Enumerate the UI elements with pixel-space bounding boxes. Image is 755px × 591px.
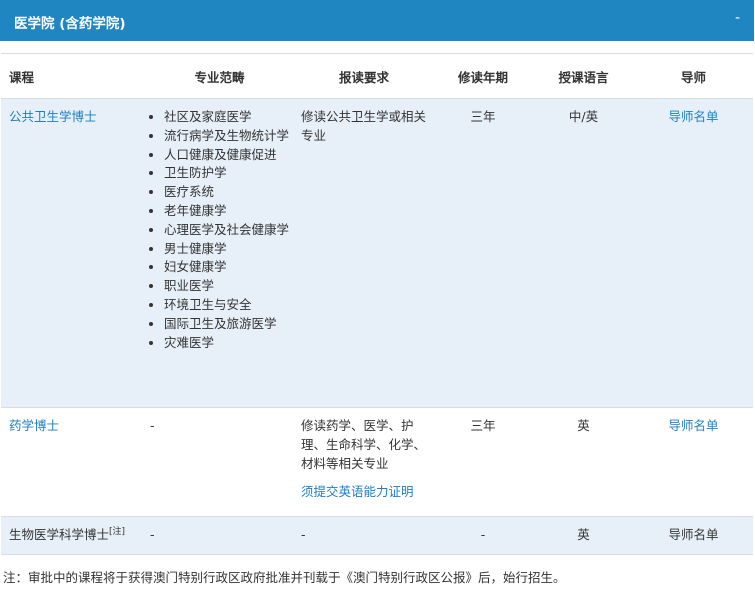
table-row: 药学博士 - 修读药学、医学、护理、生命科学、化学、材料等相关专业 须提交英语能…	[1, 407, 753, 517]
list-item: 男士健康学	[164, 240, 289, 259]
duration-cell: 三年	[433, 98, 533, 408]
table-row: 生物医学科学博士[注] - - - 英 导师名单	[1, 516, 753, 555]
supervisor-cell: 导师名单	[634, 516, 753, 555]
section-title: 医学院 (含药学院)	[14, 16, 126, 32]
header-course: 课程	[1, 53, 144, 99]
header-fields: 专业范畴	[144, 53, 295, 99]
table-header-row: 课程 专业范畴 报读要求 修读年期 授课语言 导师	[1, 53, 753, 99]
section-header[interactable]: 医学院 (含药学院) -	[0, 0, 754, 41]
duration-cell: 三年	[433, 407, 533, 517]
requirements-cell: 修读药学、医学、护理、生命科学、化学、材料等相关专业 须提交英语能力证明	[295, 407, 433, 517]
course-cell: 生物医学科学博士[注]	[1, 516, 144, 555]
course-link-pharmacy[interactable]: 药学博士	[9, 418, 59, 433]
header-supervisor: 导师	[634, 53, 753, 99]
english-proof-link[interactable]: 须提交英语能力证明	[301, 483, 414, 502]
language-cell: 英	[533, 516, 634, 555]
header-language: 授课语言	[533, 53, 634, 99]
fields-cell: 社区及家庭医学 流行病学及生物统计学 人口健康及健康促进 卫生防护学 医疗系统 …	[144, 98, 295, 408]
list-item: 卫生防护学	[164, 164, 289, 183]
list-item: 人口健康及健康促进	[164, 146, 289, 165]
list-item: 医疗系统	[164, 183, 289, 202]
fields-cell: -	[144, 516, 295, 555]
footnote-text: 注：审批中的课程将于获得澳门特别行政区政府批准并刊载于《澳门特别行政区公报》后，…	[3, 570, 566, 585]
list-item: 职业医学	[164, 277, 289, 296]
course-cell: 药学博士	[1, 407, 144, 517]
supervisor-list-link[interactable]: 导师名单	[668, 109, 718, 124]
language-cell: 中/英	[533, 98, 634, 408]
table-row: 公共卫生学博士 社区及家庭医学 流行病学及生物统计学 人口健康及健康促进 卫生防…	[1, 98, 753, 408]
requirements-text: 修读药学、医学、护理、生命科学、化学、材料等相关专业	[301, 418, 427, 471]
list-item: 国际卫生及旅游医学	[164, 315, 289, 334]
list-item: 环境卫生与安全	[164, 296, 289, 315]
collapse-toggle[interactable]: -	[735, 10, 740, 26]
course-link-public-health[interactable]: 公共卫生学博士	[9, 109, 97, 124]
supervisor-cell: 导师名单	[634, 407, 753, 517]
language-cell: 英	[533, 407, 634, 517]
supervisor-list-link[interactable]: 导师名单	[668, 418, 718, 433]
course-name: 生物医学科学博士	[9, 527, 110, 542]
fields-cell: -	[144, 407, 295, 517]
list-item: 心理医学及社会健康学	[164, 221, 289, 240]
list-item: 流行病学及生物统计学	[164, 127, 289, 146]
fields-list: 社区及家庭医学 流行病学及生物统计学 人口健康及健康促进 卫生防护学 医疗系统 …	[150, 108, 289, 352]
header-requirements: 报读要求	[295, 53, 433, 99]
duration-cell: -	[433, 516, 533, 555]
course-cell: 公共卫生学博士	[1, 98, 144, 408]
footnote-marker: [注]	[109, 527, 126, 537]
list-item: 老年健康学	[164, 202, 289, 221]
list-item: 社区及家庭医学	[164, 108, 289, 127]
header-duration: 修读年期	[433, 53, 533, 99]
list-item: 灾难医学	[164, 334, 289, 353]
programme-table: 课程 专业范畴 报读要求 修读年期 授课语言 导师 公共卫生学博士 社区及家庭医…	[1, 53, 753, 555]
supervisor-cell: 导师名单	[634, 98, 753, 408]
requirements-cell: 修读公共卫生学或相关专业	[295, 98, 433, 408]
list-item: 妇女健康学	[164, 258, 289, 277]
requirements-cell: -	[295, 516, 433, 555]
